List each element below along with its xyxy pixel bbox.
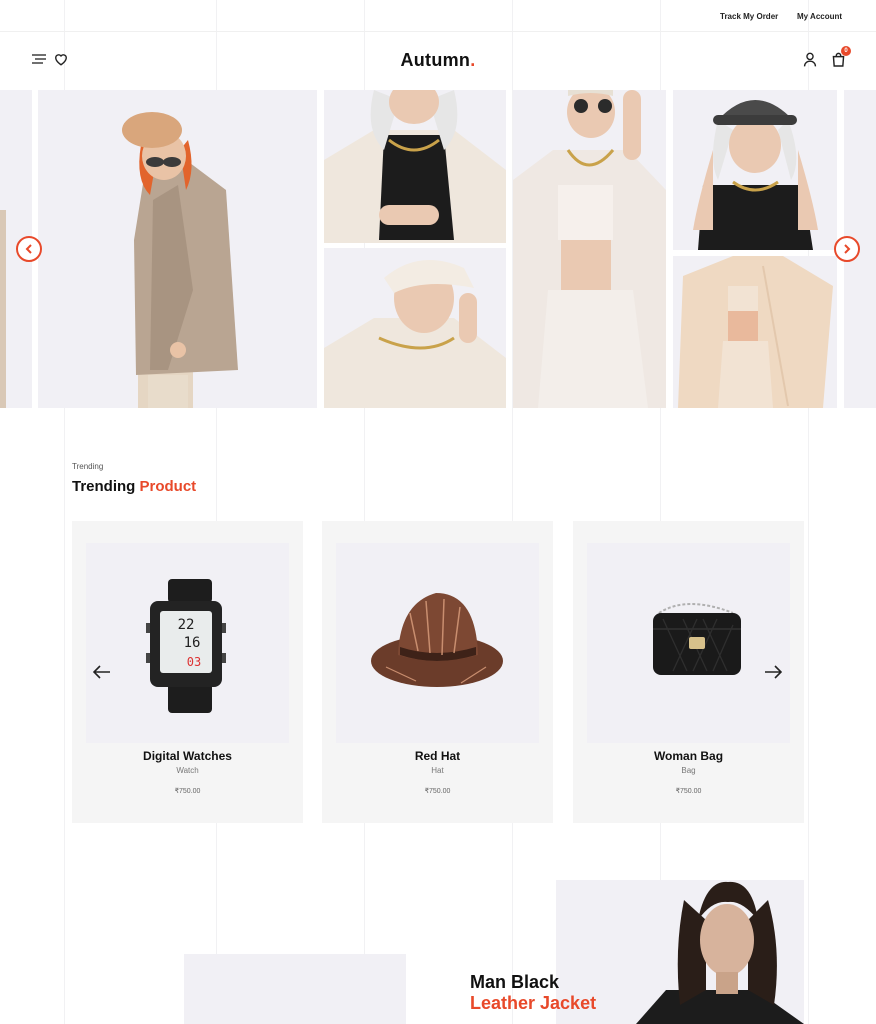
svg-text:22: 22 xyxy=(178,617,195,633)
track-order-link[interactable]: Track My Order xyxy=(720,12,778,21)
product-category: Bag xyxy=(681,766,696,775)
arrow-right-icon xyxy=(765,665,782,679)
product-name[interactable]: Red Hat xyxy=(322,749,553,763)
chevron-right-icon xyxy=(844,244,851,254)
hero-prev-button[interactable] xyxy=(16,236,42,262)
site-header: Autumn. 0 xyxy=(0,32,876,90)
product-category: Hat xyxy=(431,766,444,775)
product-category: Watch xyxy=(176,766,199,775)
product-image-watch[interactable]: 22 16 03 xyxy=(86,543,289,743)
product-price: ₹750.00 xyxy=(174,788,201,795)
product-name[interactable]: Woman Bag xyxy=(573,749,804,763)
product-name[interactable]: Digital Watches xyxy=(72,749,303,763)
trending-title: Trending Product xyxy=(72,478,197,495)
cart-icon[interactable]: 0 xyxy=(829,46,851,68)
products-prev-button[interactable] xyxy=(92,662,112,682)
product-image-hat[interactable] xyxy=(336,543,539,743)
site-logo[interactable]: Autumn. xyxy=(0,50,876,71)
hero-image-white-outfit[interactable] xyxy=(513,90,666,408)
chevron-left-icon xyxy=(25,244,32,254)
hero-image-plaid-blazer[interactable] xyxy=(38,90,317,408)
trending-eyebrow: Trending xyxy=(72,462,104,471)
top-bar: Track My Order My Account xyxy=(0,0,876,32)
product-price: ₹750.00 xyxy=(424,788,451,795)
user-icon[interactable] xyxy=(801,50,819,68)
product-image-bag[interactable] xyxy=(587,543,790,743)
svg-text:16: 16 xyxy=(184,635,201,651)
products-next-button[interactable] xyxy=(763,662,783,682)
my-account-link[interactable]: My Account xyxy=(797,12,842,21)
arrow-left-icon xyxy=(93,665,110,679)
product-price: ₹750.00 xyxy=(675,788,702,795)
promo-image-placeholder xyxy=(184,954,406,1024)
cart-count-badge: 0 xyxy=(841,46,851,56)
hero-image-white-hat[interactable] xyxy=(324,248,506,408)
product-card[interactable]: Red Hat Hat ₹750.00 xyxy=(322,521,553,823)
hero-collage xyxy=(0,90,876,408)
promo-title: Man Black Leather Jacket xyxy=(470,972,597,1013)
hero-image-bucket-hat[interactable] xyxy=(673,90,837,250)
hero-image-white-blazer[interactable] xyxy=(324,90,506,243)
svg-text:03: 03 xyxy=(187,655,201,669)
hero-image-cream-suit[interactable] xyxy=(673,256,837,408)
hero-next-button[interactable] xyxy=(834,236,860,262)
